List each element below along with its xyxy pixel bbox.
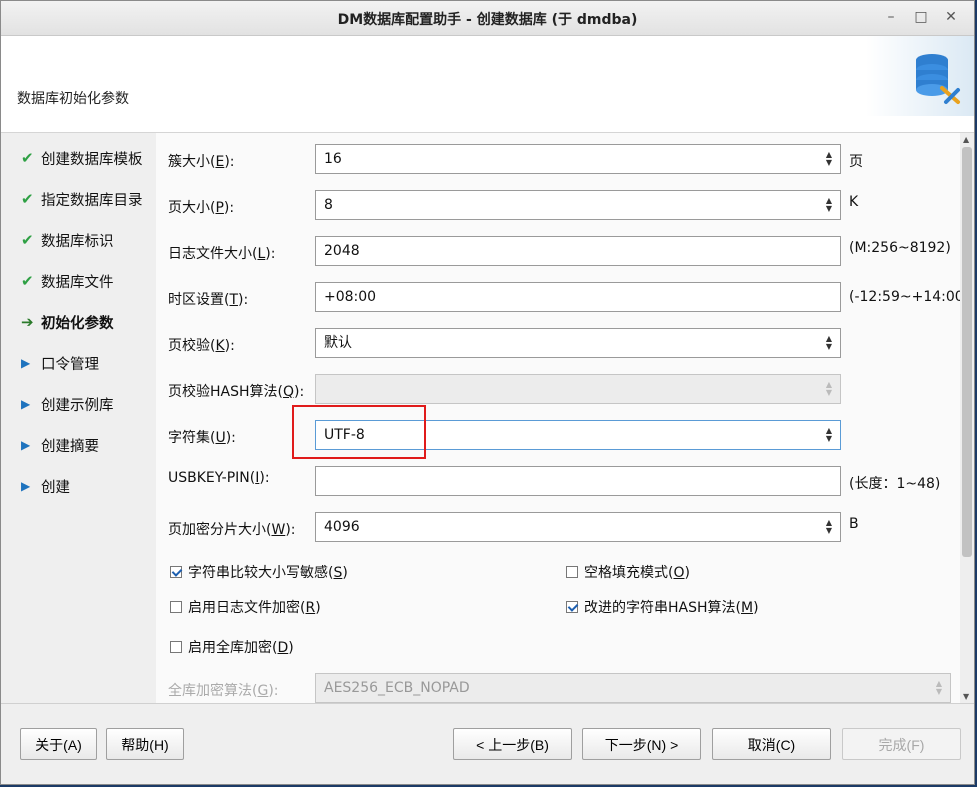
checkmark-icon: ✔ [21,272,34,290]
scroll-up-icon[interactable]: ▲ [963,135,969,144]
improved-hash-checkbox[interactable]: 改进的字符串HASH算法(M) [566,597,759,617]
checkbox-checked-icon[interactable] [566,601,578,613]
maximize-icon[interactable]: □ [910,7,932,27]
spinner-arrows-icon: ▲ ▼ [935,679,942,696]
page-header: 数据库初始化参数 [1,36,974,133]
timezone-label: 时区设置(T): [168,292,249,308]
title-bar: DM数据库配置助手 - 创建数据库 (于 dmdba) – □ ✕ [1,1,974,36]
checkmark-icon: ✔ [21,190,34,208]
step-password: ▶ 口令管理 [21,356,99,373]
charset-label: 字符集(U): [168,430,236,446]
minimize-icon[interactable]: – [880,7,902,27]
extent-size-unit: 页 [849,154,863,170]
spinner-arrows-icon: ▲ ▼ [825,380,832,397]
step-summary: ▶ 创建摘要 [21,438,99,455]
encrypt-algo-select[interactable]: AES256_ECB_NOPAD ▲ ▼ [315,673,951,703]
log-size-input[interactable]: 2048 [315,236,841,266]
log-size-label: 日志文件大小(L): [168,246,276,262]
page-title: 数据库初始化参数 [17,91,129,107]
page-size-label: 页大小(P): [168,200,235,216]
checkbox-unchecked-icon[interactable] [170,641,182,653]
spinner-arrows-icon[interactable]: ▲ ▼ [826,197,832,213]
page-check-hash-label: 页校验HASH算法(Q): [168,384,305,400]
finish-button[interactable]: 完成(F) [842,728,961,760]
checkbox-checked-icon[interactable] [170,566,182,578]
log-encrypt-checkbox[interactable]: 启用日志文件加密(R) [170,597,321,617]
checkmark-icon: ✔ [21,231,34,249]
highlight-annotation-box [292,405,426,459]
next-button[interactable]: 下一步(N) > [582,728,701,760]
step-db-identity: ✔ 数据库标识 [21,231,114,250]
help-button[interactable]: 帮助(H) [106,728,184,760]
cancel-button[interactable]: 取消(C) [712,728,831,760]
page-check-hash-select[interactable]: ▲ ▼ [315,374,841,404]
extent-size-select[interactable]: 16 ▲ ▼ [315,144,841,174]
vertical-scrollbar[interactable]: ▲ ▼ [960,133,974,703]
page-check-select[interactable]: 默认 ▲ ▼ [315,328,841,358]
usbkey-pin-length: (长度：1~48) [849,476,941,492]
extent-size-label: 簇大小(E): [168,154,235,170]
step-create: ▶ 创建 [21,479,70,496]
step-db-directory: ✔ 指定数据库目录 [21,190,143,209]
dialog-window: DM数据库配置助手 - 创建数据库 (于 dmdba) – □ ✕ 数据库初始化… [0,0,975,785]
scrollbar-thumb[interactable] [962,147,972,557]
blank-pad-checkbox[interactable]: 空格填充模式(O) [566,562,690,582]
usbkey-pin-input[interactable] [315,466,841,496]
triangle-right-icon: ▶ [21,438,31,452]
spinner-arrows-icon[interactable]: ▲ ▼ [826,519,832,535]
about-button[interactable]: 关于(A) [20,728,97,760]
encrypt-slice-unit: B [849,516,859,532]
usbkey-pin-label: USBKEY-PIN(I): [168,470,270,486]
triangle-right-icon: ▶ [21,397,31,411]
encrypt-slice-label: 页加密分片大小(W): [168,522,296,538]
spinner-arrows-icon[interactable]: ▲ ▼ [826,335,832,351]
page-size-unit: K [849,194,859,210]
params-form: 簇大小(E): 16 ▲ ▼ 页 页大小(P): 8 ▲ ▼ K 日志文件大小(L)… [156,133,962,703]
triangle-right-icon: ▶ [21,479,31,493]
spinner-arrows-icon[interactable]: ▲ ▼ [826,427,832,443]
checkbox-unchecked-icon[interactable] [170,601,182,613]
checkmark-icon: ✔ [21,149,34,167]
encrypt-slice-select[interactable]: 4096 ▲ ▼ [315,512,841,542]
spinner-arrows-icon[interactable]: ▲ ▼ [826,151,832,167]
close-icon[interactable]: ✕ [940,7,962,27]
checkbox-unchecked-icon[interactable] [566,566,578,578]
timezone-input[interactable]: +08:00 [315,282,841,312]
page-check-label: 页校验(K): [168,338,235,354]
step-sample-db: ▶ 创建示例库 [21,397,114,414]
button-bar: 关于(A) 帮助(H) < 上一步(B) 下一步(N) > 取消(C) 完成(F… [1,703,974,784]
page-size-select[interactable]: 8 ▲ ▼ [315,190,841,220]
scroll-down-icon[interactable]: ▼ [963,692,969,701]
full-encrypt-checkbox[interactable]: 启用全库加密(D) [170,637,294,657]
log-size-range: (M:256~8192) [849,240,951,256]
step-db-files: ✔ 数据库文件 [21,272,114,291]
wizard-steps: ✔ 创建数据库模板 ✔ 指定数据库目录 ✔ 数据库标识 ✔ 数据库文件 ➔ 初始… [1,133,156,703]
timezone-range: (-12:59~+14:00) [849,289,962,305]
database-logo-icon [866,36,974,116]
prev-button[interactable]: < 上一步(B) [453,728,572,760]
current-step-arrow-icon: ➔ [21,313,34,331]
case-sensitive-checkbox[interactable]: 字符串比较大小写敏感(S) [170,562,348,582]
window-title: DM数据库配置助手 - 创建数据库 (于 dmdba) [337,12,638,28]
triangle-right-icon: ▶ [21,356,31,370]
encrypt-algo-label: 全库加密算法(G): [168,683,279,699]
step-create-template: ✔ 创建数据库模板 [21,149,143,168]
step-init-params: ➔ 初始化参数 [21,313,114,332]
